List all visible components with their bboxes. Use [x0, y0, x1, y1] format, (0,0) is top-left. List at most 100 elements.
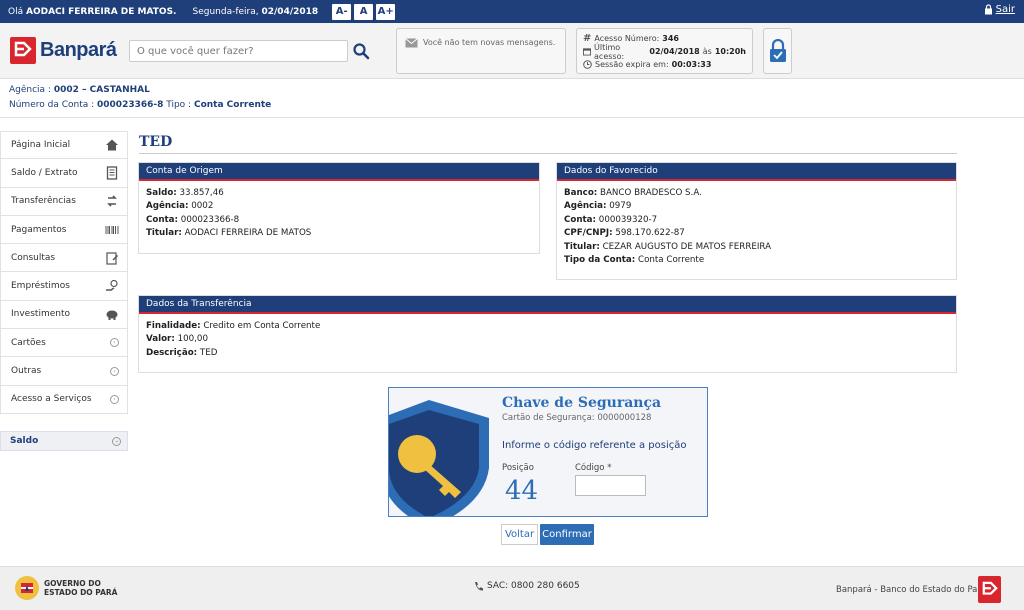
field-label: CPF/CNPJ:: [564, 228, 613, 239]
account-type-label: Tipo :: [166, 100, 192, 110]
sac-text: SAC: 0800 280 6605: [487, 581, 580, 591]
government-line-2: ESTADO DO PARÁ: [44, 588, 118, 597]
hand-coin-icon: [106, 280, 118, 291]
agency-line: Agência : 0002 – CASTANHAL: [9, 83, 271, 98]
search-icon[interactable]: [352, 42, 370, 60]
government-logo[interactable]: GOVERNO DO ESTADO DO PARÁ: [14, 575, 117, 601]
transfer-finalidade: Finalidade: Credito em Conta Corrente: [146, 320, 949, 333]
field-value: 000039320-7: [598, 214, 658, 225]
header: Banpará O que você quer fazer? Você não …: [0, 23, 1024, 79]
field-label: Finalidade:: [146, 321, 201, 331]
search-input[interactable]: O que você quer fazer?: [129, 40, 348, 62]
top-bar: Olá AODACI FERREIRA DE MATOS. Segunda-fe…: [0, 0, 1024, 23]
sidebar-item-home[interactable]: Página Inicial: [0, 131, 128, 160]
field-value: BANCO BRADESCO S.A.: [600, 188, 702, 198]
sidebar-item-label: Empréstimos: [11, 281, 70, 292]
exit-label: Sair: [995, 4, 1015, 15]
sidebar-item-pagamentos[interactable]: Pagamentos: [0, 215, 128, 245]
calendar-icon: [583, 48, 592, 56]
last-access-date: 02/04/2018: [649, 47, 700, 56]
field-value: AODACI FERREIRA DE MATOS: [184, 228, 312, 239]
account-number-value: 000023366-8: [97, 100, 164, 110]
font-increase-button[interactable]: A+: [376, 3, 396, 20]
field-value: 100,00: [177, 334, 208, 345]
sidebar-item-transferencias[interactable]: Transferências: [0, 187, 128, 216]
messages-text: Você não tem novas mensagens.: [423, 38, 556, 47]
origin-agencia: Agência: 0002: [146, 200, 532, 213]
banpara-logo-icon: [10, 37, 36, 64]
font-decrease-button[interactable]: A-: [332, 3, 352, 20]
account-type-value: Conta Corrente: [193, 100, 272, 110]
security-lock-button[interactable]: [763, 28, 792, 74]
sidebar-item-label: Página Inicial: [11, 140, 71, 151]
field-value: 598.170.622-87: [615, 228, 685, 239]
sidebar-item-saldo-extrato[interactable]: Saldo / Extrato: [0, 159, 128, 188]
shield-key-icon: [389, 400, 489, 516]
account-number-label: Número da Conta :: [9, 100, 95, 110]
government-line-1: GOVERNO DO: [44, 579, 101, 588]
font-reset-button[interactable]: A: [354, 3, 374, 20]
code-label: Código *: [575, 463, 612, 473]
sac-contact: SAC: 0800 280 6605: [474, 581, 580, 591]
sidebar-menu: Página Inicial Saldo / Extrato Transferê…: [0, 131, 128, 414]
field-value: 0002: [191, 201, 214, 212]
sidebar-item-cartoes[interactable]: Cartões ›: [0, 329, 128, 358]
saldo-label: Saldo: [10, 436, 39, 446]
origin-account-panel: Conta de Origem Saldo: 33.857,46 Agência…: [138, 162, 540, 254]
security-card-value: 0000000128: [597, 413, 652, 423]
phone-icon: [475, 582, 483, 591]
document-icon: [106, 166, 118, 180]
access-info-box: # Acesso Número: 346 Último acesso: 02/0…: [576, 28, 753, 74]
sidebar-item-acesso-servicos[interactable]: Acesso a Serviços ›: [0, 385, 128, 414]
last-access-label: Último acesso:: [594, 42, 625, 61]
sidebar-item-emprestimos[interactable]: Empréstimos: [0, 272, 128, 301]
field-label: Titular:: [564, 241, 600, 252]
access-number-value: 346: [662, 34, 679, 43]
last-access-time: 10:20h: [714, 47, 746, 56]
sidebar-item-label: Investimento: [11, 309, 70, 320]
clock-icon: [583, 60, 592, 69]
field-label: Banco:: [564, 188, 598, 198]
beneficiary-panel: Dados do Favorecido Banco: BANCO BRADESC…: [556, 162, 957, 280]
security-key-box: Chave de Segurança Cartão de Segurança: …: [388, 387, 708, 517]
saldo-toggle[interactable]: Saldo ›: [0, 431, 128, 451]
state-coat-of-arms-icon: [15, 576, 39, 600]
field-value: 33.857,46: [179, 188, 224, 198]
beneficiary-tipo: Tipo da Conta: Conta Corrente: [564, 254, 949, 267]
last-access-row: Último acesso: 02/04/2018 às 10:20h: [583, 42, 746, 61]
greeting-prefix: Olá: [8, 6, 24, 17]
confirm-button[interactable]: Confirmar: [540, 524, 594, 545]
sidebar-item-outras[interactable]: Outras ›: [0, 357, 128, 386]
banpara-logo[interactable]: Banpará: [10, 37, 117, 64]
chevron-circle-icon: ›: [110, 394, 119, 404]
sidebar-item-label: Transferências: [11, 196, 76, 207]
security-instruction: Informe o código referente a posição: [502, 440, 687, 451]
last-access-sep: às: [702, 47, 712, 56]
agency-label: Agência :: [9, 85, 51, 95]
logo-text: Banpará: [40, 39, 117, 61]
chevron-down-icon: ›: [112, 436, 121, 446]
sidebar-item-consultas[interactable]: Consultas: [0, 244, 128, 273]
field-value: 000023366-8: [180, 214, 240, 225]
divider: [0, 117, 1024, 118]
messages-box[interactable]: Você não tem novas mensagens.: [396, 28, 566, 74]
field-value: CEZAR AUGUSTO DE MATOS FERREIRA: [602, 241, 772, 252]
sidebar-item-label: Cartões: [11, 337, 46, 348]
date-value: 02/04/2018: [261, 6, 319, 17]
field-label: Valor:: [146, 334, 175, 345]
clipboard-icon: [106, 252, 119, 265]
home-icon: [106, 139, 118, 151]
transfer-details-panel: Dados da Transferência Finalidade: Credi…: [138, 295, 957, 373]
session-expire-label: Sessão expira em:: [595, 60, 669, 69]
sidebar-item-label: Saldo / Extrato: [11, 167, 78, 178]
code-input[interactable]: [575, 475, 646, 496]
field-label: Conta:: [146, 214, 179, 225]
exit-link[interactable]: Sair: [984, 4, 1015, 15]
beneficiary-conta: Conta: 000039320-7: [564, 214, 949, 227]
back-button[interactable]: Voltar: [501, 524, 538, 545]
sidebar-item-investimento[interactable]: Investimento: [0, 300, 128, 330]
transfer-icon: [107, 195, 117, 207]
field-label: Tipo da Conta:: [564, 255, 636, 266]
bank-full-name: Banpará - Banco do Estado do Pará: [836, 585, 987, 595]
field-label: Saldo:: [146, 188, 177, 198]
